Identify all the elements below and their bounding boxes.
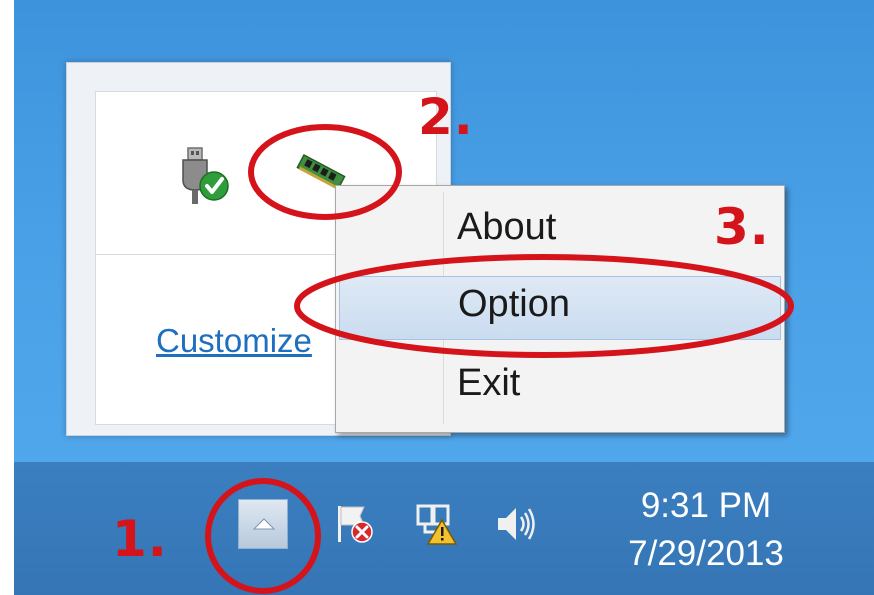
menu-item-option[interactable]: Option	[339, 276, 781, 340]
clock-date: 7/29/2013	[628, 534, 784, 573]
usb-device-icon[interactable]	[174, 146, 234, 206]
annotation-step-2: 2.	[418, 88, 474, 146]
menu-item-label: About	[457, 206, 557, 248]
speaker-icon[interactable]	[492, 502, 538, 546]
up-arrow-icon	[252, 518, 276, 530]
network-warning-icon[interactable]	[412, 502, 458, 546]
annotation-step-3: 3.	[714, 198, 770, 256]
menu-item-exit[interactable]: Exit	[339, 352, 779, 422]
screenshot: Customize About Option Exit 9:31 PM 7/29…	[14, 0, 874, 595]
menu-item-about[interactable]: About	[339, 196, 779, 266]
annotation-step-1: 1.	[112, 510, 168, 568]
clock-time: 9:31 PM	[640, 486, 772, 525]
action-center-flag-icon[interactable]	[332, 502, 378, 546]
menu-item-label: Exit	[457, 362, 521, 404]
show-hidden-icons-button[interactable]	[238, 499, 288, 549]
taskbar-clock[interactable]: 9:31 PM 7/29/2013	[606, 482, 806, 578]
menu-item-label: Option	[458, 283, 570, 325]
customize-link[interactable]: Customize	[156, 322, 312, 360]
